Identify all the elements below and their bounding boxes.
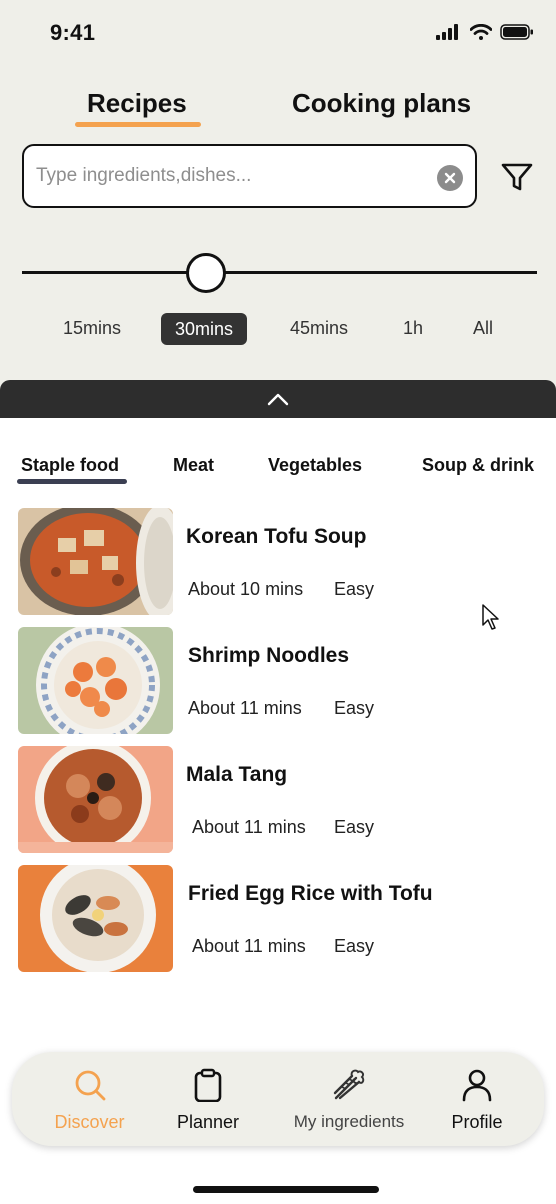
nav-my-ingredients[interactable]: My ingredients [284, 1052, 414, 1146]
recipe-difficulty: Easy [334, 698, 375, 718]
nav-planner-label: Planner [176, 1112, 240, 1132]
chevron-up-icon [267, 393, 289, 406]
wifi-icon [470, 24, 492, 40]
recipe-difficulty: Easy [334, 579, 375, 599]
time-option-45[interactable]: 45mins [290, 318, 348, 339]
time-option-30[interactable]: 30mins [161, 313, 248, 345]
recipe-difficulty: Easy [334, 936, 375, 956]
active-tab-indicator [75, 122, 201, 127]
time-option-all[interactable]: All [473, 318, 493, 339]
active-category-indicator [17, 479, 127, 484]
user-icon [462, 1069, 492, 1102]
home-indicator [193, 1186, 379, 1193]
filter-icon [501, 163, 533, 191]
recipe-photo [18, 508, 173, 615]
cursor-icon [482, 604, 499, 630]
recipe-time: About 10 mins [188, 579, 304, 599]
recipe-title: Fried Egg Rice with Tofu [188, 882, 433, 905]
celery-icon [333, 1069, 365, 1100]
recipe-title: Shrimp Noodles [188, 644, 350, 667]
nav-planner[interactable]: Planner [170, 1052, 246, 1146]
nav-profile-label: Profile [451, 1112, 503, 1132]
recipe-title: Mala Tang [186, 763, 288, 786]
recipe-difficulty: Easy [334, 817, 375, 837]
time-slider-thumb[interactable] [186, 253, 226, 293]
tab-recipes[interactable]: Recipes [87, 88, 187, 119]
time-option-1h[interactable]: 1h [403, 318, 423, 339]
clipboard-icon [194, 1068, 222, 1102]
time-slider-track[interactable] [22, 271, 537, 274]
filter-button[interactable] [500, 160, 534, 194]
nav-discover[interactable]: Discover [52, 1052, 127, 1146]
recipe-card[interactable]: Korean Tofu Soup About 10 mins Easy [18, 508, 538, 616]
recipe-card[interactable]: Fried Egg Rice with Tofu About 11 mins E… [18, 865, 538, 973]
recipe-photo [18, 746, 173, 853]
search-box [22, 144, 477, 208]
nav-profile[interactable]: Profile [442, 1052, 512, 1146]
recipe-time: About 11 mins [192, 936, 306, 956]
collapse-panel-handle[interactable] [0, 380, 556, 418]
recipe-card[interactable]: Shrimp Noodles About 11 mins Easy [18, 627, 538, 735]
category-staple-food[interactable]: Staple food [21, 455, 119, 476]
search-input[interactable] [36, 160, 431, 192]
category-meat[interactable]: Meat [173, 455, 214, 476]
recipe-photo [18, 627, 173, 734]
category-vegetables[interactable]: Vegetables [268, 455, 362, 476]
recipe-time: About 11 mins [192, 817, 306, 837]
nav-discover-label: Discover [54, 1112, 125, 1132]
recipe-time: About 11 mins [188, 698, 302, 718]
tab-cooking-plans[interactable]: Cooking plans [292, 88, 471, 119]
recipe-card[interactable]: Mala Tang About 11 mins Easy [18, 746, 538, 854]
recipe-title: Korean Tofu Soup [186, 525, 367, 548]
status-time: 9:41 [50, 20, 96, 45]
clear-search-button[interactable] [437, 165, 463, 191]
signal-icon [436, 24, 458, 40]
recipe-photo [18, 865, 173, 972]
search-icon [75, 1070, 105, 1101]
nav-my-ingredients-label: My ingredients [293, 1112, 405, 1131]
clear-icon [444, 172, 456, 184]
time-option-15[interactable]: 15mins [63, 318, 121, 339]
bottom-navigation: Discover Planner My ingredients Profile [12, 1052, 544, 1146]
status-icons [436, 24, 534, 40]
battery-icon [500, 24, 533, 40]
category-soup-drink[interactable]: Soup & drink [422, 455, 534, 476]
